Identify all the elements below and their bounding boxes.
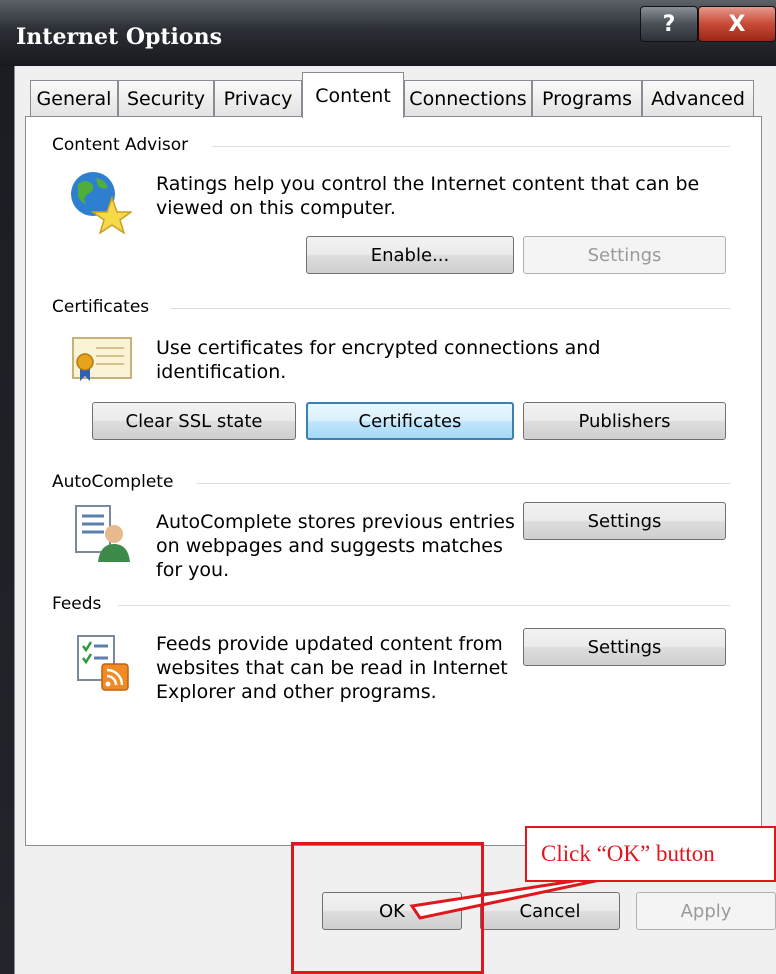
tab-general[interactable]: General	[30, 80, 118, 116]
certificate-icon	[72, 336, 134, 382]
callout-label: Click “OK” button	[525, 826, 776, 882]
enable-button[interactable]: Enable...	[306, 236, 514, 274]
ok-highlight-box	[291, 842, 484, 974]
autocomplete-settings-button[interactable]: Settings	[523, 502, 726, 540]
apply-button[interactable]: Apply	[636, 892, 776, 930]
rss-feed-icon	[76, 634, 132, 692]
tab-programs[interactable]: Programs	[532, 80, 642, 116]
content-advisor-heading: Content Advisor	[52, 135, 197, 155]
publishers-button[interactable]: Publishers	[523, 402, 726, 440]
form-user-icon	[74, 504, 130, 564]
autocomplete-description: AutoComplete stores previous entries on …	[156, 511, 515, 581]
tab-advanced[interactable]: Advanced	[642, 80, 754, 116]
clear-ssl-state-button[interactable]: Clear SSL state	[92, 402, 296, 440]
group-divider	[118, 605, 730, 606]
certificates-button[interactable]: Certificates	[306, 402, 514, 440]
cancel-button[interactable]: Cancel	[480, 892, 620, 930]
autocomplete-heading: AutoComplete	[52, 472, 182, 492]
feeds-settings-button[interactable]: Settings	[523, 628, 726, 666]
certificates-heading: Certificates	[52, 297, 158, 317]
certificates-description: Use certificates for encrypted connectio…	[156, 337, 601, 383]
close-button[interactable]: X	[698, 6, 776, 42]
content-advisor-description: Ratings help you control the Internet co…	[156, 173, 700, 219]
feeds-heading: Feeds	[52, 594, 110, 614]
group-divider	[196, 483, 730, 484]
globe-star-icon	[66, 168, 134, 235]
tab-privacy[interactable]: Privacy	[214, 80, 302, 116]
tab-content[interactable]: Content	[302, 72, 404, 118]
feeds-description: Feeds provide updated content from websi…	[156, 633, 508, 703]
window-title: Internet Options	[16, 24, 222, 50]
tab-connections[interactable]: Connections	[404, 80, 532, 116]
group-divider	[212, 146, 730, 147]
group-divider	[170, 308, 730, 309]
tab-security[interactable]: Security	[118, 80, 214, 116]
help-button[interactable]: ?	[640, 6, 698, 42]
content-advisor-settings-button[interactable]: Settings	[523, 236, 726, 274]
